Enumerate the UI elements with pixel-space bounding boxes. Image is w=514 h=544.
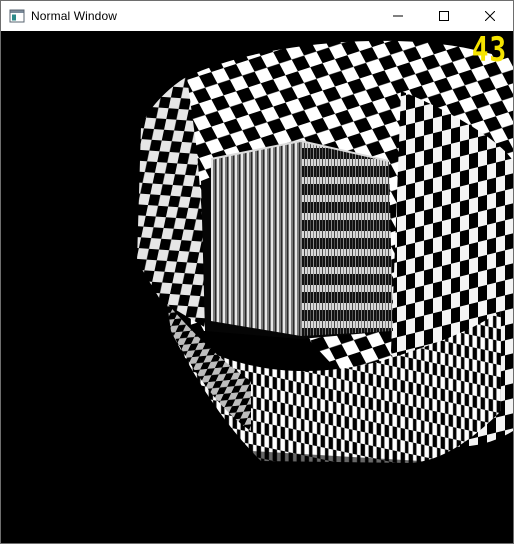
minimize-icon bbox=[393, 15, 403, 17]
maximize-button[interactable] bbox=[421, 1, 467, 31]
application-window-icon bbox=[9, 9, 25, 23]
caption-buttons bbox=[375, 1, 513, 31]
inner-left-wall bbox=[211, 141, 301, 336]
close-icon bbox=[485, 11, 495, 21]
app-window: Normal Window 43 bbox=[0, 0, 514, 544]
fps-counter: 43 bbox=[471, 31, 507, 70]
render-viewport[interactable]: 43 bbox=[1, 31, 513, 543]
title-bar[interactable]: Normal Window bbox=[1, 1, 513, 31]
minimize-button[interactable] bbox=[375, 1, 421, 31]
window-title: Normal Window bbox=[31, 9, 117, 23]
inner-right-wall bbox=[301, 141, 393, 336]
maximize-icon bbox=[439, 11, 449, 21]
close-button[interactable] bbox=[467, 1, 513, 31]
checkerboard-scene bbox=[137, 40, 513, 471]
